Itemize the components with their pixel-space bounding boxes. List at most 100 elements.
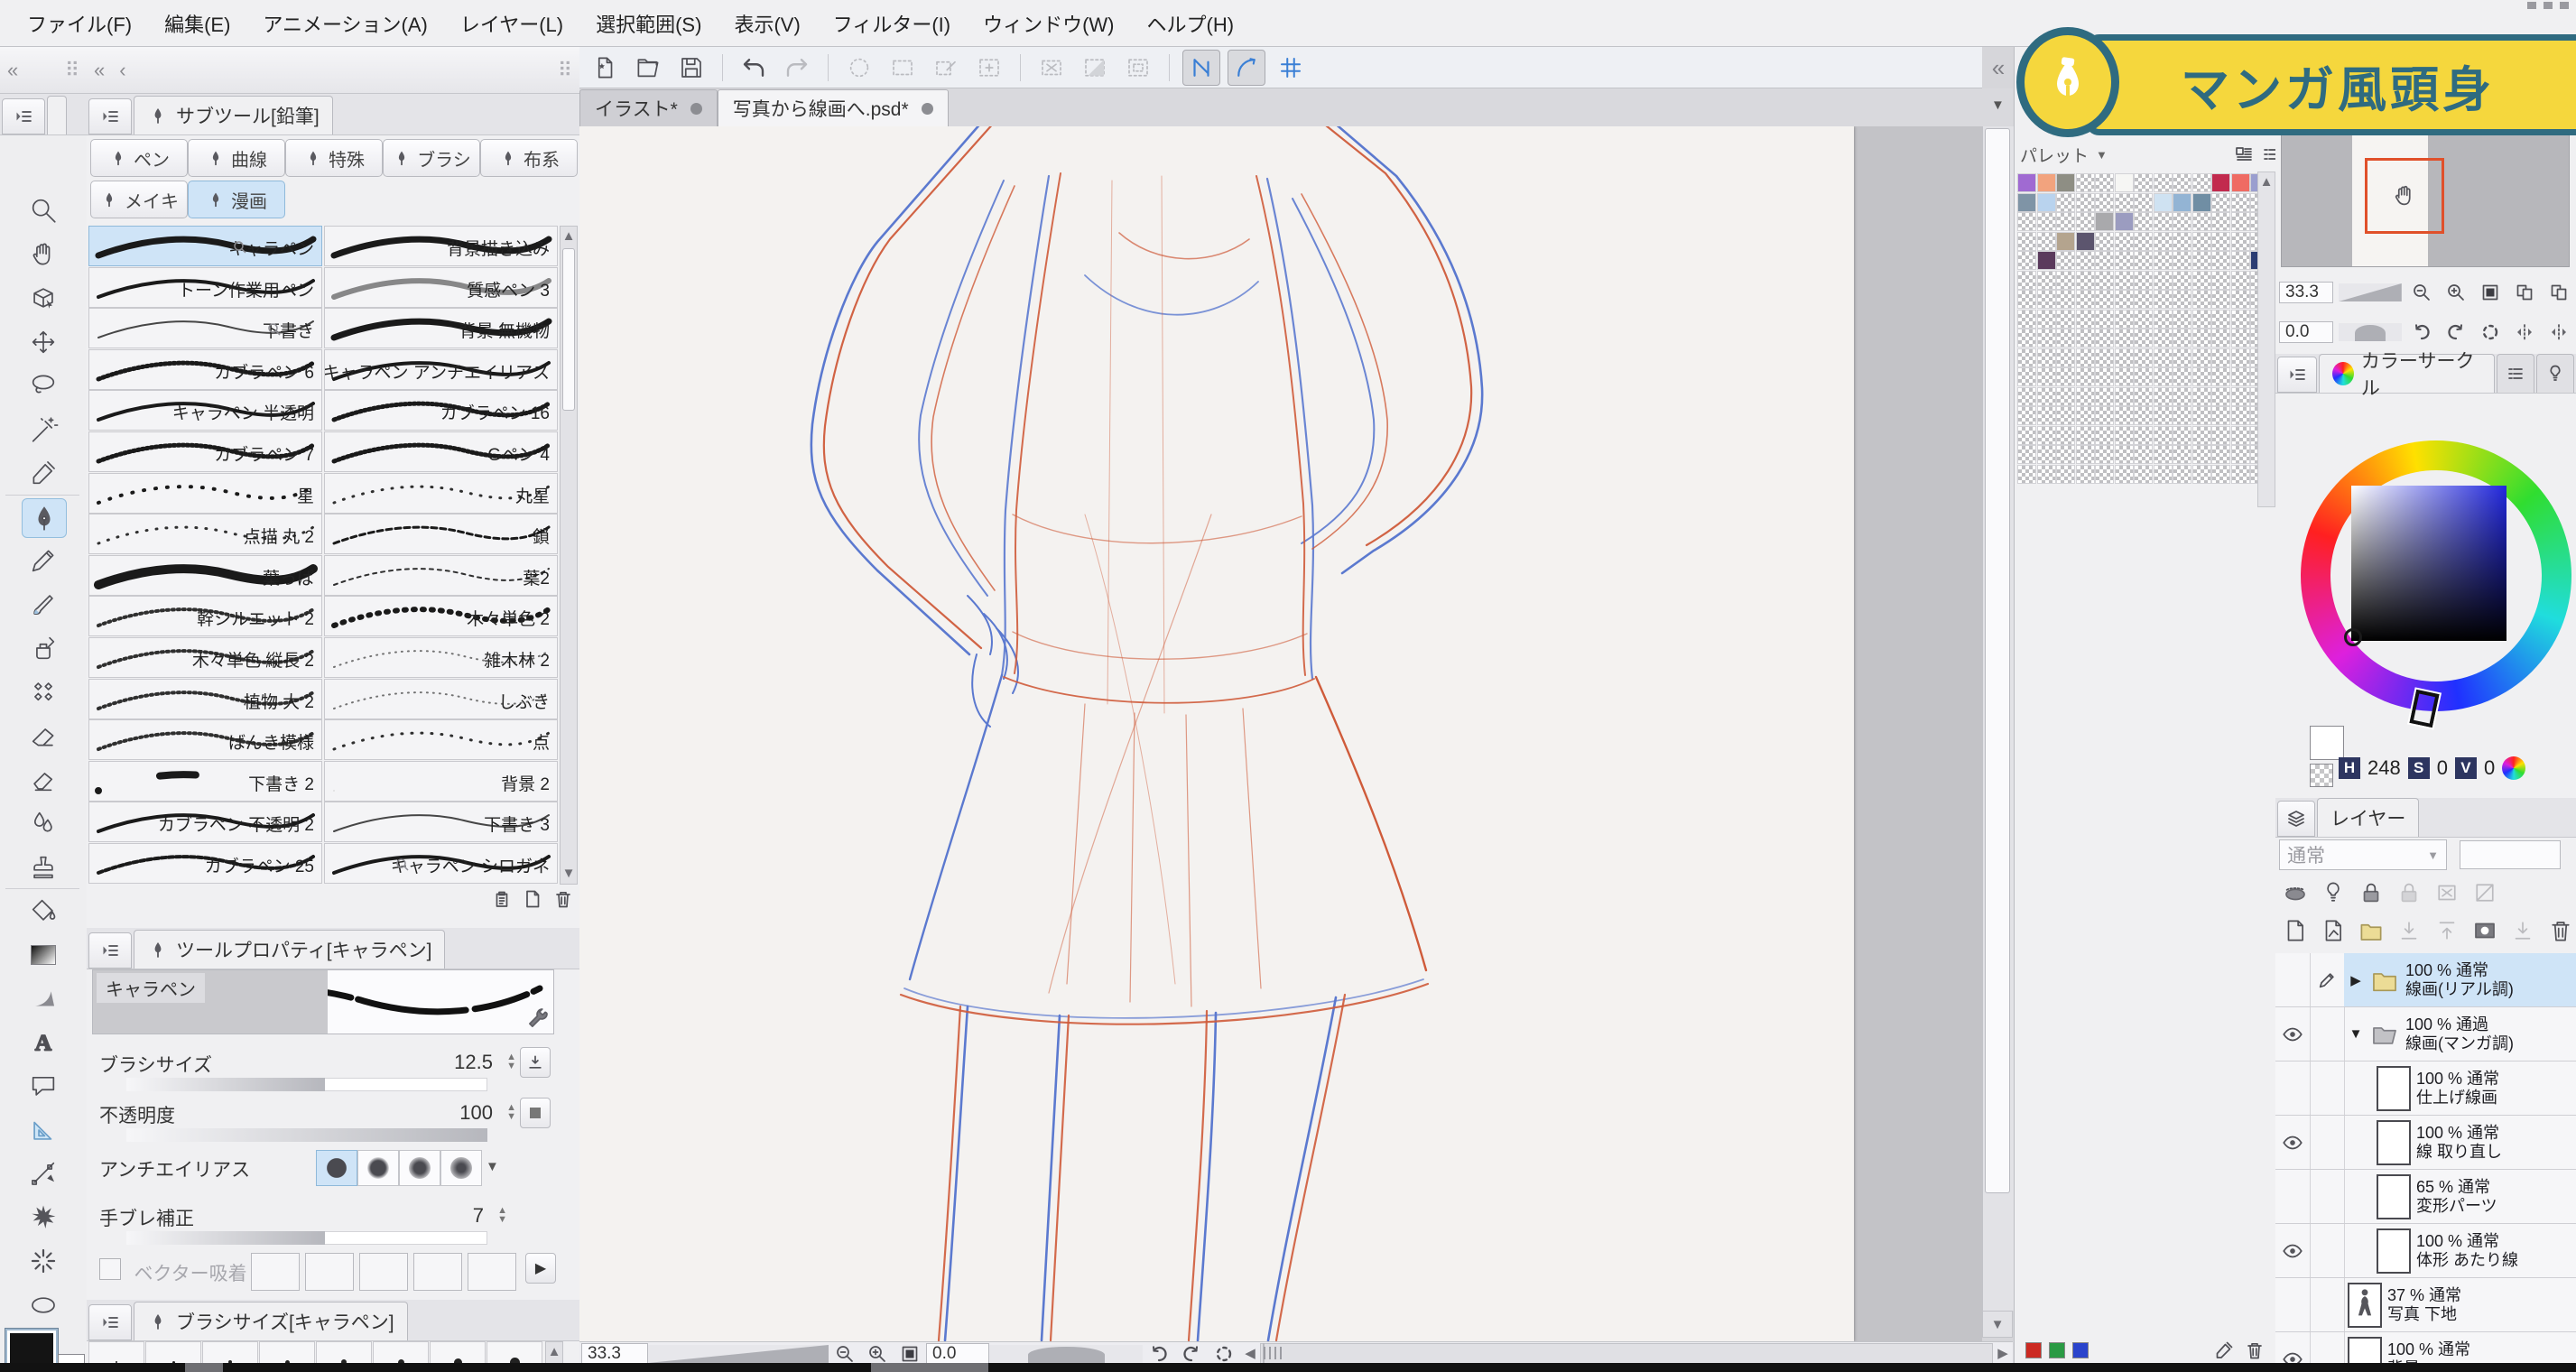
color-swatch[interactable] — [2056, 271, 2075, 290]
color-swatch[interactable] — [2017, 406, 2036, 425]
color-swatch[interactable] — [2231, 212, 2250, 231]
pencil-tool[interactable] — [22, 542, 65, 579]
color-swatch[interactable] — [2115, 445, 2134, 464]
antialias-option-1[interactable] — [357, 1150, 399, 1186]
brush-item[interactable]: Gペン 4 — [324, 431, 558, 472]
color-swatch[interactable] — [2037, 193, 2056, 212]
color-swatch[interactable] — [2095, 329, 2114, 348]
tab-status-dot[interactable] — [690, 103, 702, 115]
color-swatch[interactable] — [2134, 173, 2153, 192]
menu-item[interactable]: 表示(V) — [719, 5, 814, 42]
color-wheel-toggle-icon[interactable] — [2502, 756, 2525, 780]
layer-row[interactable]: 100 % 通常 体形 あたり線 — [2275, 1224, 2576, 1278]
color-swatch[interactable] — [2231, 232, 2250, 251]
color-swatch[interactable] — [2076, 310, 2095, 329]
color-swatch[interactable] — [2115, 465, 2134, 484]
line-correct-tool[interactable] — [22, 1154, 65, 1192]
ruler-tool[interactable] — [22, 1111, 65, 1149]
footer-color-chip[interactable] — [2049, 1342, 2065, 1358]
color-swatch[interactable] — [2211, 387, 2230, 406]
tab-status-dot[interactable] — [922, 103, 933, 115]
delete-layer-icon[interactable] — [2544, 915, 2576, 946]
rotation-slider[interactable] — [989, 1345, 1143, 1363]
open-file-button[interactable] — [630, 51, 666, 85]
color-swatch[interactable] — [2115, 310, 2134, 329]
color-swatch[interactable] — [2134, 348, 2153, 367]
color-swatch[interactable] — [2115, 387, 2134, 406]
color-swatch[interactable] — [2154, 367, 2173, 386]
color-swatch[interactable] — [2231, 465, 2250, 484]
brush-item[interactable]: キャラペン — [88, 226, 322, 266]
layer-visibility-toggle[interactable] — [2275, 1278, 2311, 1331]
saturated-line-tool[interactable] — [22, 1242, 65, 1280]
preset-box[interactable] — [413, 1253, 462, 1291]
collapse-panel-icon[interactable]: « — [94, 59, 105, 82]
flip-vertical-icon[interactable] — [2544, 317, 2573, 348]
menu-item[interactable]: ファイル(F) — [13, 5, 146, 42]
color-swatch[interactable] — [2095, 212, 2114, 231]
color-swatch[interactable] — [2095, 173, 2114, 192]
edit-color-set-icon[interactable] — [2233, 144, 2255, 165]
panel-menu-button[interactable] — [2, 98, 45, 134]
pen-tool[interactable] — [22, 498, 67, 538]
antialias-option-0[interactable] — [316, 1150, 357, 1186]
eraser-tool[interactable] — [22, 717, 65, 755]
brush-item[interactable]: 下書き — [88, 308, 322, 348]
hue-chip[interactable]: H — [2339, 757, 2360, 779]
brush-item[interactable]: 下書き 3 — [324, 802, 558, 842]
layer-row[interactable]: 65 % 通常 変形パーツ — [2275, 1170, 2576, 1224]
new-vector-layer-icon[interactable] — [2317, 915, 2349, 946]
frame-tool[interactable] — [22, 1286, 65, 1324]
auto-select-tool[interactable] — [22, 411, 65, 449]
color-swatch[interactable] — [2056, 426, 2075, 445]
color-swatch[interactable] — [2037, 212, 2056, 231]
stabilize-slider[interactable] — [126, 1231, 487, 1245]
color-swatch[interactable] — [2134, 232, 2153, 251]
brush-item[interactable]: カブラペン 6 — [88, 349, 322, 390]
subtool-group-メイキ[interactable]: メイキ — [90, 181, 188, 218]
color-swatch[interactable] — [2134, 329, 2153, 348]
color-swatch[interactable] — [2076, 173, 2095, 192]
layer-thumbnail[interactable] — [2377, 1120, 2411, 1165]
color-swatch[interactable] — [2192, 406, 2211, 425]
color-swatch[interactable] — [2192, 251, 2211, 270]
blend-mode-dropdown[interactable]: 通常 ▼ — [2279, 839, 2447, 870]
brush-item[interactable]: カブラペン 16 — [324, 390, 558, 431]
color-swatch[interactable] — [2017, 348, 2036, 367]
brush-size-source-button[interactable] — [520, 1047, 551, 1078]
clip-at-layer-below-icon[interactable] — [2279, 877, 2312, 908]
color-swatch[interactable] — [2173, 406, 2191, 425]
color-swatch[interactable] — [2134, 387, 2153, 406]
color-swatch[interactable] — [2076, 193, 2095, 212]
panel-menu-button[interactable] — [88, 932, 132, 969]
color-swatch[interactable] — [2211, 173, 2230, 192]
zoom-slider[interactable] — [648, 1345, 829, 1363]
color-swatch[interactable] — [2115, 290, 2134, 309]
more-presets-button[interactable]: ▶ — [525, 1253, 556, 1284]
color-swatch[interactable] — [2192, 290, 2211, 309]
scroll-right-icon[interactable]: ▶ — [1993, 1344, 2013, 1364]
document-tab[interactable]: 写真から線画へ.psd* — [718, 89, 949, 126]
color-swatch[interactable] — [2115, 232, 2134, 251]
panel-menu-button[interactable] — [88, 1304, 132, 1340]
brush-item[interactable]: トーン作業用ペン — [88, 267, 322, 308]
brush-item[interactable]: 雑木林 2 — [324, 637, 558, 678]
menu-item[interactable]: フィルター(I) — [819, 5, 965, 42]
brush-item[interactable]: カブラペン 25 — [88, 843, 322, 884]
color-swatch[interactable] — [2211, 348, 2230, 367]
color-swatch[interactable] — [2192, 387, 2211, 406]
brush-item[interactable]: 質感ペン 3 — [324, 267, 558, 308]
stepper[interactable]: ▲▼ — [506, 1103, 516, 1121]
scrollbar-thumb[interactable] — [1263, 1343, 1265, 1364]
color-swatch[interactable] — [2211, 445, 2230, 464]
canvas-vertical-scrollbar[interactable] — [1982, 126, 2014, 1311]
color-swatch[interactable] — [2173, 426, 2191, 445]
color-swatch[interactable] — [2037, 387, 2056, 406]
brush-size-value[interactable]: 12.5 — [454, 1051, 493, 1074]
snap-to-special-ruler-button[interactable] — [1228, 50, 1265, 86]
color-swatch[interactable] — [2115, 173, 2134, 192]
color-swatch[interactable] — [2211, 310, 2230, 329]
color-swatch[interactable] — [2056, 348, 2075, 367]
layer-visibility-toggle[interactable] — [2275, 1061, 2311, 1115]
expand-right-icon[interactable]: ▶ — [2348, 972, 2364, 988]
